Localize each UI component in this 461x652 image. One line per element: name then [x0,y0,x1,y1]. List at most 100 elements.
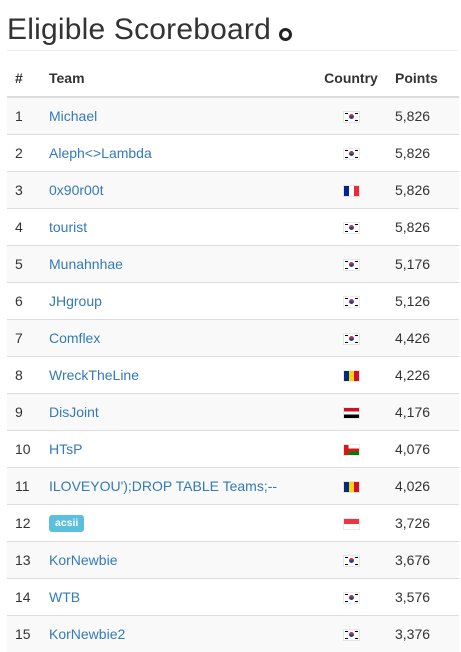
team-link[interactable]: JHgroup [49,293,102,309]
points-cell: 4,076 [387,429,459,467]
flag-ro-icon [343,370,359,381]
team-badge: acsii [49,515,85,532]
points-cell: 5,826 [387,170,459,208]
team-cell: 0x90r00t [41,170,315,208]
points-cell: 3,576 [387,577,459,615]
header-points[interactable]: Points [387,59,459,98]
team-cell: Munahnhae [41,244,315,282]
team-link[interactable]: DisJoint [49,404,99,420]
header-country[interactable]: Country [315,59,387,98]
points-cell: 3,676 [387,540,459,578]
team-link[interactable]: KorNewbie [49,552,117,568]
team-link[interactable]: WTB [49,589,80,605]
rank-cell: 12 [7,503,41,541]
team-cell: ILOVEYOU');DROP TABLE Teams;-- [41,466,315,504]
team-link[interactable]: WreckTheLine [49,367,139,383]
points-cell: 3,726 [387,503,459,541]
team-cell: acsii [41,503,315,541]
points-cell: 4,426 [387,318,459,356]
scoreboard-table: # Team Country Points 1 Michael 5,826 2 Alep… [7,59,459,652]
page-title: Eligible Scoreboard [7,13,271,46]
flag-om-icon [343,444,359,455]
country-cell [315,614,387,652]
flag-kr-icon [343,148,359,159]
country-cell [315,355,387,393]
table-row: 11 ILOVEYOU');DROP TABLE Teams;-- 4,026 [7,466,459,504]
team-link[interactable]: KorNewbie2 [49,626,125,642]
flag-sg-icon [343,518,359,529]
flag-fr-icon [343,185,359,196]
team-cell: JHgroup [41,281,315,319]
team-link[interactable]: Michael [49,108,97,124]
team-cell: KorNewbie2 [41,614,315,652]
country-cell [315,466,387,504]
rank-cell: 3 [7,170,41,208]
country-cell [315,540,387,578]
team-link[interactable]: ILOVEYOU');DROP TABLE Teams;-- [49,478,277,494]
title-row: Eligible Scoreboard [7,10,292,50]
team-cell: WTB [41,577,315,615]
flag-kr-icon [343,555,359,566]
country-cell [315,244,387,282]
country-cell [315,281,387,319]
rank-cell: 4 [7,207,41,245]
team-cell: Comflex [41,318,315,356]
table-row: 2 Aleph<>Lambda 5,826 [7,133,459,171]
flag-kr-icon [343,592,359,603]
header-rank[interactable]: # [7,59,41,98]
team-badge-link[interactable]: acsii [49,513,85,532]
team-link[interactable]: Aleph<>Lambda [49,145,152,161]
flag-kr-icon [343,333,359,344]
points-cell: 5,126 [387,281,459,319]
team-cell: Michael [41,96,315,134]
team-cell: Aleph<>Lambda [41,133,315,171]
table-row: 7 Comflex 4,426 [7,318,459,356]
country-cell [315,577,387,615]
points-cell: 5,176 [387,244,459,282]
country-cell [315,392,387,430]
table-row: 1 Michael 5,826 [7,96,459,134]
points-cell: 4,226 [387,355,459,393]
country-cell [315,207,387,245]
rank-cell: 5 [7,244,41,282]
flag-kr-icon [343,222,359,233]
points-cell: 4,176 [387,392,459,430]
rank-cell: 10 [7,429,41,467]
country-cell [315,503,387,541]
rank-cell: 6 [7,281,41,319]
flag-kr-icon [343,259,359,270]
table-row: 12 acsii 3,726 [7,503,459,541]
flag-ye-icon [343,407,359,418]
rank-cell: 15 [7,614,41,652]
team-link[interactable]: Comflex [49,330,100,346]
table-row: 9 DisJoint 4,176 [7,392,459,430]
flag-kr-icon [343,630,359,641]
country-cell [315,429,387,467]
rank-cell: 14 [7,577,41,615]
points-cell: 5,826 [387,207,459,245]
flag-kr-icon [343,112,359,123]
points-cell: 5,826 [387,133,459,171]
rank-cell: 7 [7,318,41,356]
team-link[interactable]: 0x90r00t [49,182,103,198]
country-cell [315,318,387,356]
flag-kr-icon [343,296,359,307]
table-header-row: # Team Country Points [7,59,459,98]
table-row: 13 KorNewbie 3,676 [7,540,459,578]
country-cell [315,170,387,208]
title-divider [7,50,459,51]
team-link[interactable]: Munahnhae [49,256,123,272]
country-cell [315,133,387,171]
team-cell: DisJoint [41,392,315,430]
loading-spinner-icon [278,27,292,41]
points-cell: 3,376 [387,614,459,652]
rank-cell: 13 [7,540,41,578]
team-link[interactable]: HTsP [49,441,82,457]
country-cell [315,96,387,134]
header-team[interactable]: Team [41,59,315,98]
table-row: 14 WTB 3,576 [7,577,459,615]
table-row: 6 JHgroup 5,126 [7,281,459,319]
rank-cell: 11 [7,466,41,504]
team-link[interactable]: tourist [49,219,87,235]
flag-ro-icon [343,481,359,492]
